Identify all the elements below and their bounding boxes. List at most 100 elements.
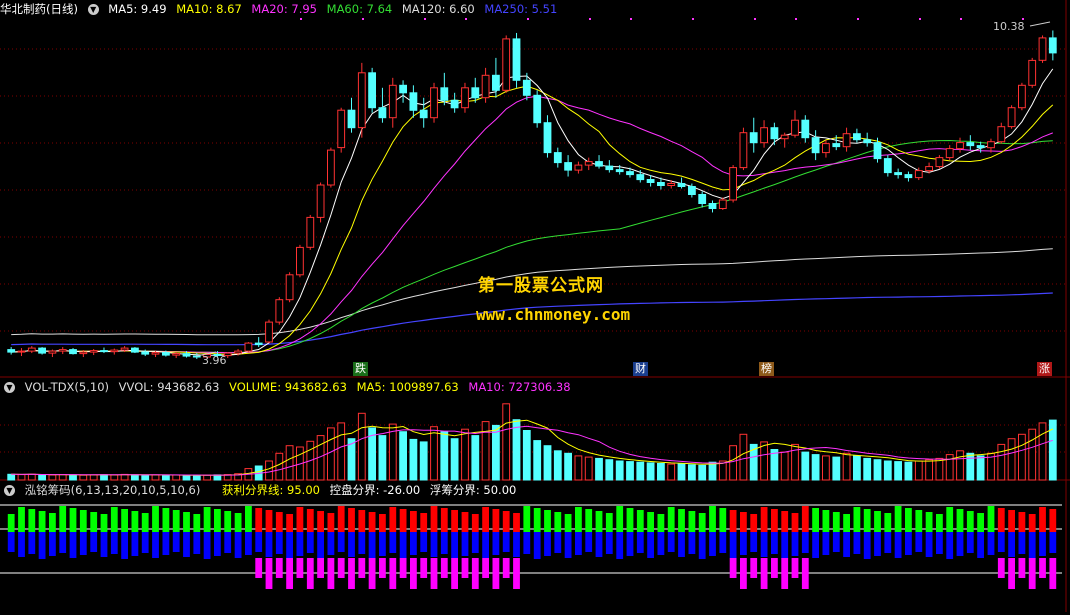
chip-profit-bar	[719, 508, 727, 532]
volume-menu-icon[interactable]: ▼	[4, 382, 15, 393]
chip-profit-bar	[564, 514, 572, 532]
chip-mid-bar	[203, 532, 211, 559]
candle-body	[873, 142, 882, 160]
chip-mid-bar	[729, 532, 737, 558]
chip-profit-bar	[141, 513, 149, 532]
chip-profit-bar	[69, 508, 77, 532]
chip-mid-bar	[121, 532, 128, 559]
event-marker-dot	[919, 18, 921, 20]
badge-die[interactable]: 跌	[353, 362, 368, 376]
chip-mid-bar	[894, 532, 902, 558]
candle-body	[966, 142, 975, 147]
chip-mid-bar	[193, 532, 201, 554]
candle-body	[100, 350, 108, 353]
event-marker-dot	[692, 18, 694, 20]
chip-mid-bar	[245, 532, 252, 555]
chip-profit-bar	[915, 510, 923, 532]
ma250-label: MA250: 5.51	[484, 2, 558, 16]
chip-profit-bar	[152, 506, 159, 532]
chip-mid-bar	[90, 532, 98, 552]
chip-control-bar	[389, 558, 397, 589]
control-line-label: 控盘分界: -26.00	[329, 483, 421, 497]
volume-bar	[492, 424, 500, 481]
candle-body	[935, 157, 944, 168]
chart-stage: 华北制药(日线) ▼ MA5: 9.49 MA10: 8.67 MA20: 7.…	[0, 0, 1070, 612]
candle-body	[347, 109, 356, 129]
candle-body	[595, 161, 603, 167]
chip-mid-bar	[997, 532, 1005, 552]
event-marker-dot	[300, 18, 302, 20]
chip-profit-bar	[1028, 514, 1036, 532]
candle-body	[801, 119, 810, 139]
candle-body	[533, 94, 542, 124]
chip-control-bar	[337, 558, 345, 578]
volume-bar	[182, 474, 191, 481]
dropdown-menu-icon[interactable]: ▼	[87, 4, 99, 15]
chip-profit-bar	[771, 509, 778, 532]
chip-profit-bar	[59, 506, 67, 532]
event-marker-dot	[857, 18, 859, 20]
chip-control-bar	[471, 558, 479, 589]
badge-zhang[interactable]: 涨	[1037, 362, 1052, 376]
chip-profit-bar	[172, 510, 180, 532]
event-marker-dot	[589, 18, 591, 20]
chip-mid-bar	[925, 532, 933, 557]
chip-profit-bar	[977, 513, 984, 532]
candle-body	[244, 342, 253, 352]
candle-body	[461, 87, 469, 109]
chip-control-bar	[420, 558, 428, 578]
volume-bar	[533, 440, 542, 481]
chip-control-bar	[750, 558, 758, 578]
chip-mid-bar	[791, 532, 799, 556]
chips-menu-icon[interactable]: ▼	[4, 485, 15, 496]
volume-bar	[708, 461, 717, 481]
chip-profit-bar	[905, 508, 912, 532]
chip-profit-bar	[946, 507, 954, 532]
chips-header: ▼ 泓铭筹码(6,13,13,20,10,5,10,6) 获利分界线: 95.0…	[0, 482, 522, 498]
volume-bar	[615, 460, 624, 481]
chip-profit-bar	[327, 513, 335, 532]
badge-cai[interactable]: 财	[633, 362, 648, 376]
volume-bar	[162, 474, 170, 481]
chip-mid-bar	[884, 532, 892, 553]
chip-mid-bar	[502, 532, 510, 552]
chip-mid-bar	[306, 532, 314, 553]
chip-mid-bar	[18, 532, 25, 557]
chip-profit-bar	[265, 510, 273, 532]
candle-body	[997, 126, 1006, 143]
volume-bar	[27, 473, 36, 481]
volume-bar	[832, 456, 841, 481]
chip-profit-bar	[585, 509, 593, 532]
chip-mid-bar	[420, 532, 428, 552]
volume-bar	[729, 445, 738, 481]
volume-bar	[780, 451, 789, 481]
candle-body	[172, 353, 181, 356]
candle-body	[677, 183, 686, 187]
candle-body	[698, 194, 707, 204]
chip-mid-bar	[812, 532, 819, 558]
chip-profit-bar	[306, 509, 314, 532]
candle-body	[584, 161, 593, 166]
candle-body	[440, 87, 449, 101]
volume-bar	[285, 445, 294, 481]
badge-bang[interactable]: 榜	[759, 362, 774, 376]
volume-bar	[584, 456, 593, 481]
chip-profit-bar	[296, 507, 304, 532]
chip-mid-bar	[781, 532, 789, 559]
volume-bar	[409, 438, 418, 481]
candle-body	[471, 87, 480, 99]
volume-bar	[38, 474, 47, 481]
chip-profit-bar	[636, 510, 644, 532]
candle-body	[791, 119, 799, 136]
chip-mid-bar	[7, 532, 15, 552]
candle-body	[770, 127, 779, 140]
ma60-label: MA60: 7.64	[326, 2, 393, 16]
candle-body	[120, 347, 129, 351]
candle-body	[1048, 37, 1057, 54]
chip-profit-bar	[28, 509, 36, 532]
chip-profit-bar	[348, 508, 355, 532]
chip-profit-bar	[698, 513, 706, 532]
chip-mid-bar	[471, 532, 479, 553]
chip-profit-bar	[740, 512, 747, 532]
candle-body	[760, 127, 769, 144]
